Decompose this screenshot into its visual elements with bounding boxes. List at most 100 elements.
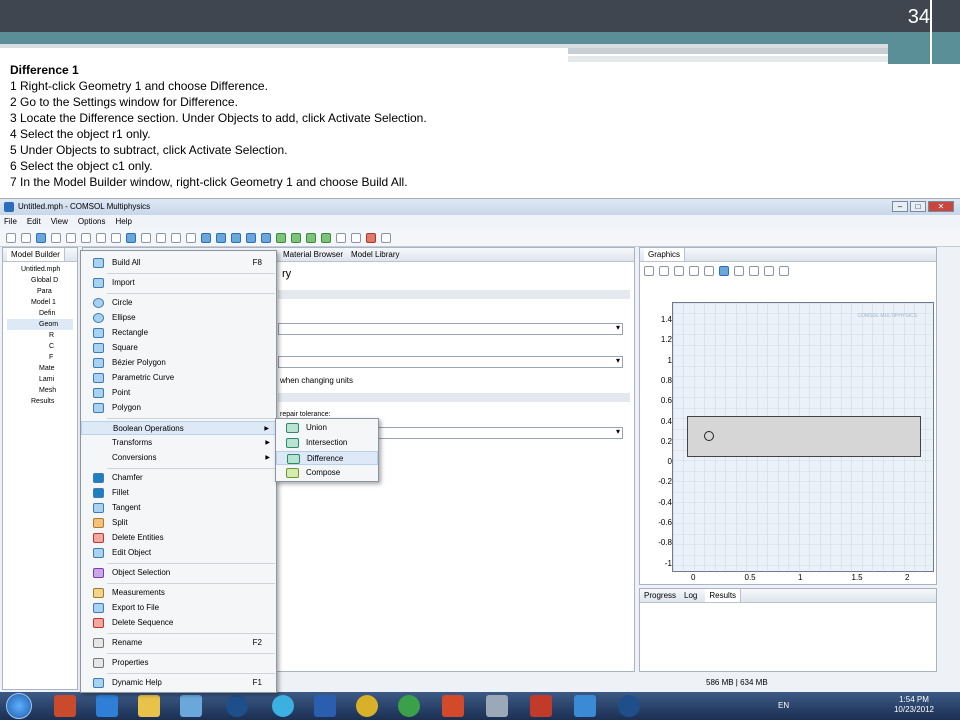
app-icon[interactable] — [442, 695, 464, 717]
bezier-icon[interactable] — [186, 232, 196, 243]
maximize-button[interactable]: □ — [910, 201, 926, 212]
union-icon[interactable] — [276, 232, 286, 243]
tree-item[interactable]: Model 1 — [7, 297, 73, 308]
chrome-icon[interactable] — [356, 695, 378, 717]
menu-item-transforms[interactable]: Transforms ▶ — [81, 436, 276, 450]
zoom-extents-icon[interactable] — [689, 266, 699, 276]
axis-icon[interactable] — [764, 266, 774, 276]
app-icon[interactable] — [618, 695, 640, 717]
point-icon[interactable] — [141, 232, 151, 243]
ellipse-icon[interactable] — [231, 232, 241, 243]
move-icon[interactable] — [321, 232, 331, 243]
tab-results[interactable]: Results — [705, 589, 742, 602]
undo-icon[interactable] — [66, 232, 76, 243]
tab-log[interactable]: Log — [684, 589, 697, 602]
menu-item-rename[interactable]: Rename F2 — [81, 636, 276, 650]
internet-explorer-icon[interactable] — [96, 695, 118, 717]
menu-help[interactable]: Help — [115, 215, 131, 229]
tolerance-input[interactable] — [378, 427, 623, 439]
paint-icon[interactable] — [486, 695, 508, 717]
zoom-in-icon[interactable] — [644, 266, 654, 276]
line-icon[interactable] — [156, 232, 166, 243]
clear-selection-icon[interactable] — [749, 266, 759, 276]
menu-file[interactable]: File — [4, 215, 17, 229]
circle-icon[interactable] — [246, 232, 256, 243]
menu-item-tangent[interactable]: Tangent — [81, 501, 276, 515]
help-icon[interactable] — [96, 232, 106, 243]
menu-item-difference[interactable]: Difference — [276, 451, 378, 465]
build-icon[interactable] — [126, 232, 136, 243]
menu-item-square[interactable]: Square — [81, 341, 276, 355]
split-icon[interactable] — [381, 232, 391, 243]
menu-item-edit-object[interactable]: Edit Object — [81, 546, 276, 560]
rectangle-icon[interactable] — [201, 232, 211, 243]
start-button[interactable] — [6, 693, 32, 719]
screenshot-icon[interactable] — [111, 232, 121, 243]
powerpoint-icon[interactable] — [54, 695, 76, 717]
minimize-button[interactable]: – — [892, 201, 908, 212]
square-icon[interactable] — [216, 232, 226, 243]
tab-progress[interactable]: Progress — [644, 589, 676, 602]
menu-item-dynamic-help[interactable]: Dynamic Help F1 — [81, 676, 276, 690]
mirror-icon[interactable] — [351, 232, 361, 243]
open-icon[interactable] — [21, 232, 31, 243]
clock[interactable]: 1:54 PM 10/23/2012 — [894, 695, 934, 715]
menu-item-point[interactable]: Point — [81, 386, 276, 400]
hp-icon[interactable] — [226, 695, 248, 717]
select-all-icon[interactable] — [734, 266, 744, 276]
menu-item-export-to-file[interactable]: Export to File — [81, 601, 276, 615]
tree-item[interactable]: Results — [7, 396, 73, 407]
tab-model-builder[interactable]: Model Builder — [7, 248, 65, 261]
intersection-icon[interactable] — [291, 232, 301, 243]
menu-item-circle[interactable]: Circle — [81, 296, 276, 310]
tree-item[interactable]: Global D — [7, 275, 73, 286]
menu-item-boolean-operations[interactable]: Boolean Operations ▶ — [81, 421, 276, 435]
delete-icon[interactable] — [366, 232, 376, 243]
tree-item[interactable]: Defin — [7, 308, 73, 319]
menu-item-delete-entities[interactable]: Delete Entities — [81, 531, 276, 545]
menu-item-properties[interactable]: Properties — [81, 656, 276, 670]
grid-icon[interactable] — [779, 266, 789, 276]
circle-c1[interactable] — [704, 431, 714, 441]
word-icon[interactable] — [314, 695, 336, 717]
menu-item-parametric-curve[interactable]: Parametric Curve — [81, 371, 276, 385]
select-box-icon[interactable] — [719, 266, 729, 276]
menu-item-union[interactable]: Union — [276, 421, 378, 435]
menu-item-object-selection[interactable]: Object Selection — [81, 566, 276, 580]
menu-options[interactable]: Options — [78, 215, 106, 229]
tree-item[interactable]: Mesh — [7, 385, 73, 396]
close-button[interactable]: ✕ — [928, 201, 954, 212]
menu-item-compose[interactable]: Compose — [276, 466, 378, 480]
print-icon[interactable] — [51, 232, 61, 243]
menu-item-import[interactable]: Import — [81, 276, 276, 290]
app-icon[interactable] — [180, 695, 202, 717]
menu-item-rectangle[interactable]: Rectangle — [81, 326, 276, 340]
polygon-icon[interactable] — [171, 232, 181, 243]
tree-item[interactable]: Para — [7, 286, 73, 297]
new-icon[interactable] — [6, 232, 16, 243]
tab-graphics[interactable]: Graphics — [644, 248, 686, 261]
zoom-box-icon[interactable] — [674, 266, 684, 276]
menu-item-split[interactable]: Split — [81, 516, 276, 530]
save-icon[interactable] — [36, 232, 46, 243]
tree-item[interactable]: Untitled.mph — [7, 264, 73, 275]
menu-item-measurements[interactable]: Measurements — [81, 586, 276, 600]
transparency-icon[interactable] — [704, 266, 714, 276]
rectangle-r1[interactable] — [687, 416, 921, 457]
menu-item-chamfer[interactable]: Chamfer — [81, 471, 276, 485]
pdf-icon[interactable] — [530, 695, 552, 717]
tree-item[interactable]: C — [7, 341, 73, 352]
tab-model-library[interactable]: Model Library — [351, 248, 399, 261]
menu-item-intersection[interactable]: Intersection — [276, 436, 378, 450]
language-indicator[interactable]: EN — [778, 701, 789, 710]
tree-item[interactable]: Geom — [7, 319, 73, 330]
tree-item[interactable]: Lami — [7, 374, 73, 385]
menu-view[interactable]: View — [51, 215, 68, 229]
settings-combo[interactable] — [278, 356, 623, 368]
redo-icon[interactable] — [81, 232, 91, 243]
tree-item[interactable]: R — [7, 330, 73, 341]
menu-item-conversions[interactable]: Conversions ▶ — [81, 451, 276, 465]
menu-item-ellipse[interactable]: Ellipse — [81, 311, 276, 325]
zoom-out-icon[interactable] — [659, 266, 669, 276]
difference-icon[interactable] — [306, 232, 316, 243]
